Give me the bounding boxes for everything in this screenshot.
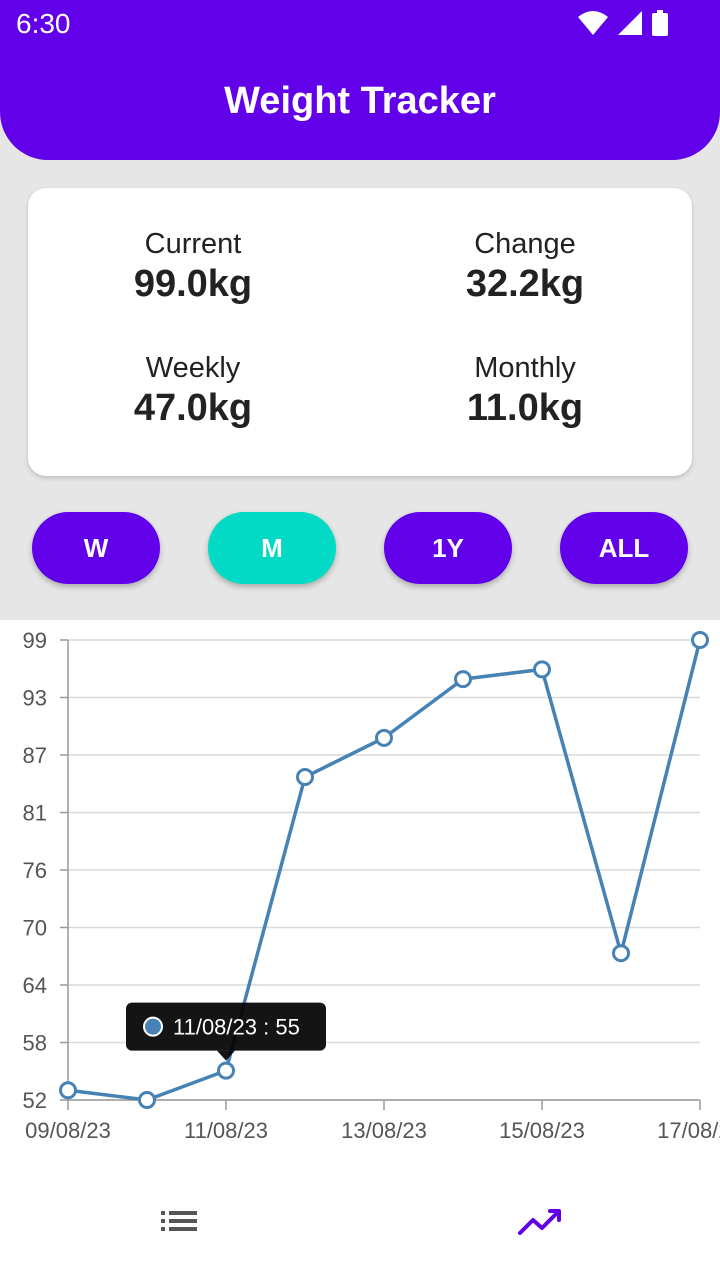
data-point bbox=[533, 660, 551, 679]
data-point bbox=[375, 728, 393, 747]
tooltip-arrow bbox=[217, 1050, 235, 1061]
page-title: Weight Tracker bbox=[224, 80, 496, 122]
line-chart: 52 58 64 70 76 81 87 93 99 09/08/23 11/08/23 13/08/… bbox=[23, 628, 720, 1143]
bottom-nav bbox=[0, 1180, 720, 1280]
range-button-year[interactable]: 1Y bbox=[384, 512, 512, 584]
stat-weekly-label: Weekly bbox=[145, 352, 241, 384]
y-tick-label: 87 bbox=[23, 743, 47, 768]
stat-current-label: Current bbox=[144, 228, 242, 260]
stat-monthly: Monthly 11.0kg bbox=[360, 352, 690, 430]
y-tick-label: 81 bbox=[23, 801, 47, 826]
weight-chart: 52 58 64 70 76 81 87 93 99 09/08/23 11/08/23 13/08/… bbox=[0, 620, 720, 1180]
list-icon bbox=[161, 1211, 197, 1231]
y-tick-label: 64 bbox=[23, 973, 47, 998]
nav-list-button[interactable] bbox=[0, 1180, 360, 1264]
data-point bbox=[59, 1081, 77, 1100]
data-point bbox=[612, 944, 630, 963]
stats-card: Current 99.0kg Change 32.2kg Weekly 47.0… bbox=[28, 188, 692, 476]
tooltip-text: 11/08/23 : 55 bbox=[173, 1015, 300, 1040]
stat-weekly-value: 47.0kg bbox=[133, 387, 253, 429]
range-button-all[interactable]: ALL bbox=[560, 512, 688, 584]
wifi-icon bbox=[578, 11, 608, 35]
y-tick-label: 52 bbox=[23, 1088, 47, 1113]
x-tick-label: 13/08/23 bbox=[341, 1118, 427, 1143]
stat-weekly: Weekly 47.0kg bbox=[28, 352, 358, 430]
data-point bbox=[296, 768, 314, 787]
y-tick-label: 93 bbox=[23, 686, 47, 711]
status-time: 6:30 bbox=[16, 8, 71, 39]
stat-current-value: 99.0kg bbox=[133, 263, 253, 305]
stat-monthly-label: Monthly bbox=[474, 352, 576, 384]
x-tick-label: 09/08/23 bbox=[25, 1118, 111, 1143]
app-bar: 6:30 Weight Tracker bbox=[0, 0, 720, 160]
data-point bbox=[138, 1091, 156, 1109]
stat-change-value: 32.2kg bbox=[465, 263, 585, 305]
data-point bbox=[454, 670, 472, 689]
battery-icon bbox=[652, 10, 668, 36]
range-button-week[interactable]: W bbox=[32, 512, 160, 584]
y-tick-label: 76 bbox=[23, 858, 47, 883]
x-tick-label: 17/08/23 bbox=[657, 1118, 720, 1143]
tooltip-swatch bbox=[143, 1016, 163, 1037]
stat-monthly-value: 11.0kg bbox=[466, 387, 584, 429]
range-button-month[interactable]: M bbox=[208, 512, 336, 584]
stat-change: Change 32.2kg bbox=[360, 228, 690, 306]
trending-icon bbox=[518, 1209, 561, 1235]
stat-change-label: Change bbox=[474, 228, 576, 260]
y-tick-label: 58 bbox=[23, 1031, 47, 1056]
status-icons bbox=[578, 10, 668, 36]
x-tick-label: 15/08/23 bbox=[499, 1118, 585, 1143]
signal-icon bbox=[618, 11, 642, 35]
stat-current: Current 99.0kg bbox=[28, 228, 358, 306]
y-tick-label: 70 bbox=[23, 916, 47, 941]
nav-chart-button[interactable] bbox=[360, 1180, 720, 1264]
data-point bbox=[217, 1061, 235, 1080]
data-point bbox=[691, 631, 709, 649]
y-tick-label: 99 bbox=[23, 628, 47, 653]
x-tick-label: 11/08/23 bbox=[184, 1118, 268, 1143]
